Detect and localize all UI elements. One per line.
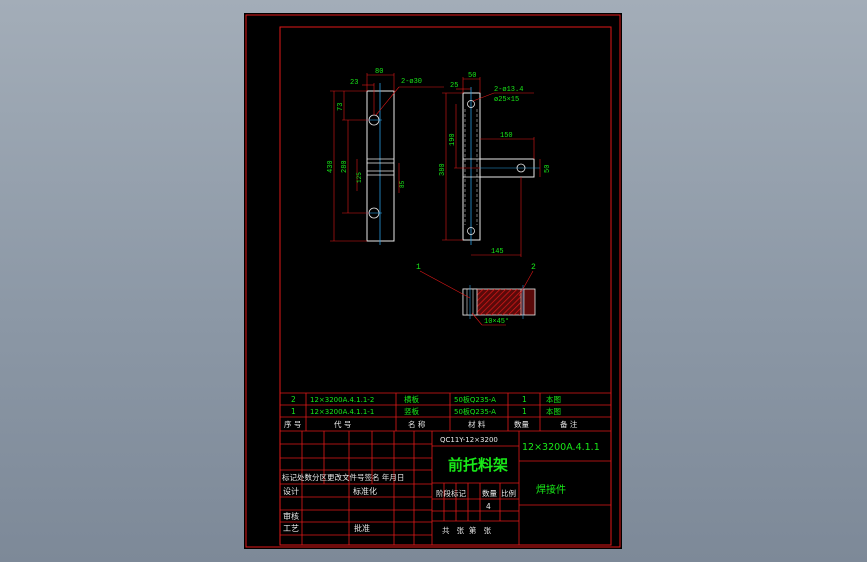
bom-note: 本图 [546, 406, 561, 416]
header-material: 材 料 [468, 419, 486, 429]
design-label: 设计 [283, 486, 299, 496]
dim-190: 190 [449, 133, 457, 146]
drawing-number: 12×3200A.4.1.1 [522, 442, 600, 453]
bom-material: 50板Q235-A [454, 395, 496, 404]
dim-73: 73 [337, 103, 345, 111]
bom-seq: 1 [291, 407, 296, 416]
bom-name: 竖板 [404, 406, 419, 416]
bom-material: 50板Q235-A [454, 407, 496, 416]
bom-name: 横板 [404, 394, 419, 404]
dim-23: 23 [350, 79, 358, 87]
bom-qty: 1 [522, 395, 527, 404]
model-number: QC11Y-12×3200 [440, 436, 498, 444]
table-row: 2 12×3200A.4.1.1-2 横板 50板Q235-A 1 本图 [291, 394, 561, 404]
hole-note-view1: 2-ø30 [401, 78, 422, 86]
weight-label: 数量 [482, 488, 497, 498]
header-name: 名 称 [408, 419, 426, 429]
header-qty: 数量 [514, 419, 529, 429]
bom-seq: 2 [291, 395, 296, 404]
title-block: QC11Y-12×3200 前托料架 12×3200A.4.1.1 焊接件 标记… [282, 436, 600, 535]
review-label: 审核 [283, 511, 299, 521]
dim-125: 125 [356, 172, 363, 183]
balloon-2: 2 [531, 263, 536, 272]
view1-dimension-lines [330, 73, 444, 242]
table-row: 1 12×3200A.4.1.1-1 竖板 50板Q235-A 1 本图 [291, 406, 561, 416]
view1-plate [366, 83, 395, 245]
revision-header: 标记处数分区更改文件号签名 年月日 [282, 472, 404, 482]
dim-430: 430 [327, 160, 335, 173]
dim-85: 85 [399, 180, 406, 188]
bom-qty: 1 [522, 407, 527, 416]
drawing-sheet: 80 23 2-ø30 73 430 280 125 85 50 25 2-ø1… [244, 13, 622, 549]
dim-80: 80 [375, 68, 383, 76]
weld-note: 10×45° [484, 317, 509, 326]
header-remark: 备 注 [560, 419, 578, 429]
part-title: 前托料架 [448, 456, 508, 474]
dim-50b: 50 [544, 165, 552, 173]
bom-code: 12×3200A.4.1.1-2 [310, 396, 374, 404]
process-label: 工艺 [283, 524, 299, 533]
view2-dimension-lines [442, 77, 541, 257]
standardize-label: 标准化 [353, 486, 377, 496]
header-seq: 序 号 [284, 419, 301, 429]
view1-dimension-text: 80 23 2-ø30 73 430 280 125 85 [327, 68, 422, 188]
view2-assembly [462, 87, 540, 245]
stage-mark-label: 阶段标记 [436, 488, 466, 498]
scale-label: 比例 [501, 488, 516, 498]
bom-header-row: 序 号 代 号 名 称 材 料 数量 备 注 [284, 419, 578, 429]
bom-code: 12×3200A.4.1.1-1 [310, 408, 374, 416]
qty-value: 4 [486, 502, 491, 511]
hole-note-view2-a: 2-ø13.4 [494, 86, 523, 94]
dim-150: 150 [500, 132, 513, 140]
inner-frame [279, 26, 612, 546]
approve-label: 批准 [354, 523, 370, 533]
hole-note-view2-b: ø25×15 [494, 96, 519, 104]
dim-280: 280 [341, 160, 349, 173]
sheet-count: 共 张 第 张 [442, 525, 492, 535]
dim-145: 145 [491, 248, 504, 256]
balloon-1: 1 [416, 263, 421, 272]
section-view [462, 285, 536, 319]
dim-50: 50 [468, 72, 476, 80]
dim-380: 380 [439, 163, 447, 176]
bom-table: 2 12×3200A.4.1.1-2 横板 50板Q235-A 1 本图 1 1… [284, 394, 578, 429]
bom-note: 本图 [546, 394, 561, 404]
type-label: 焊接件 [536, 483, 566, 496]
header-code: 代 号 [334, 419, 351, 429]
dim-25: 25 [450, 82, 458, 90]
cad-drawing: 80 23 2-ø30 73 430 280 125 85 50 25 2-ø1… [245, 14, 621, 548]
